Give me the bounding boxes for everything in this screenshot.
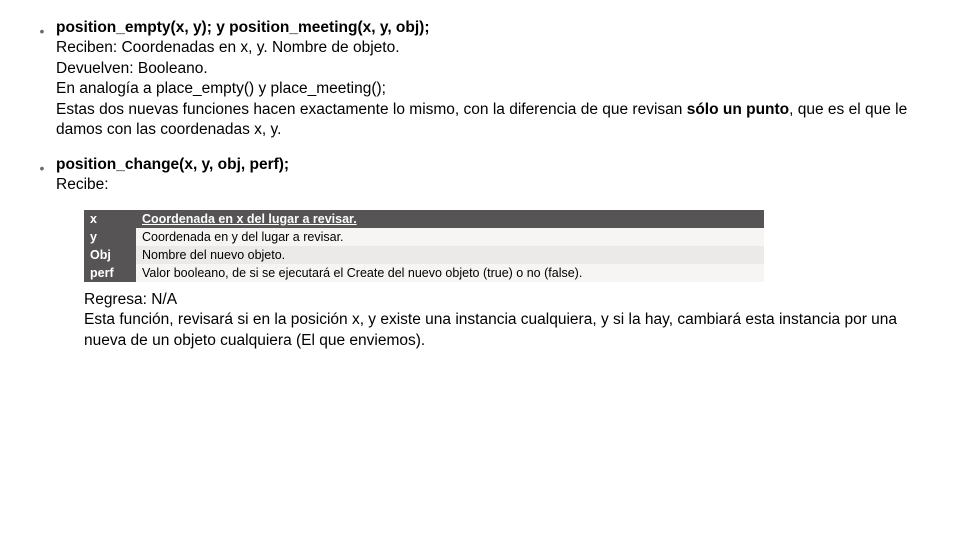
line-recibe: Recibe: (56, 175, 932, 195)
fn-position-change-args: (x, y, obj, perf); (179, 156, 289, 173)
function-signature-line: position_change(x, y, obj, perf); (56, 156, 289, 173)
table-row: y Coordenada en y del lugar a revisar. (84, 228, 764, 246)
line-devuelven: Devuelven: Booleano. (56, 59, 932, 79)
param-name: y (84, 228, 136, 246)
bullet-item-position-change: • position_change(x, y, obj, perf); Reci… (28, 155, 932, 196)
desc-part-a: Estas dos nuevas funciones hacen exactam… (56, 101, 687, 118)
param-desc: Coordenada en y del lugar a revisar. (136, 228, 764, 246)
fn-position-meeting-args: (x, y, obj); (357, 19, 429, 36)
conjunction: y (212, 19, 229, 36)
fn-position-empty-args: (x, y); (171, 19, 212, 36)
desc-part-bold: sólo un punto (687, 101, 789, 118)
line-func-desc: Esta función, revisará si en la posición… (84, 310, 934, 351)
bullet-item-position-empty-meeting: • position_empty(x, y); y position_meeti… (28, 18, 932, 141)
bullet-body: position_change(x, y, obj, perf); Recibe… (56, 155, 932, 196)
bullet-body: position_empty(x, y); y position_meeting… (56, 18, 932, 141)
function-signature-line: position_empty(x, y); y position_meeting… (56, 19, 430, 36)
param-name: Obj (84, 246, 136, 264)
document-page: • position_empty(x, y); y position_meeti… (0, 0, 960, 351)
param-desc: Valor booleano, de si se ejecutará el Cr… (136, 264, 764, 282)
fn-position-empty-name: position_empty (56, 19, 171, 36)
fn-position-meeting-name: position_meeting (229, 19, 357, 36)
line-analogia: En analogía a place_empty() y place_meet… (56, 79, 932, 99)
fn-position-change-name: position_change (56, 156, 179, 173)
parameters-table: x Coordenada en x del lugar a revisar. y… (84, 210, 764, 282)
param-name: x (84, 210, 136, 228)
param-desc: Coordenada en x del lugar a revisar. (136, 210, 764, 228)
bullet-dot-icon: • (40, 161, 45, 175)
table-row: perf Valor booleano, de si se ejecutará … (84, 264, 764, 282)
param-name: perf (84, 264, 136, 282)
param-desc: Nombre del nuevo objeto. (136, 246, 764, 264)
after-table-text: Regresa: N/A Esta función, revisará si e… (84, 290, 934, 351)
line-reciben: Reciben: Coordenadas en x, y. Nombre de … (56, 38, 932, 58)
line-descripcion: Estas dos nuevas funciones hacen exactam… (56, 100, 932, 141)
bullet-marker: • (28, 155, 56, 175)
bullet-marker: • (28, 18, 56, 38)
table-row: Obj Nombre del nuevo objeto. (84, 246, 764, 264)
line-regresa: Regresa: N/A (84, 290, 934, 310)
table-row: x Coordenada en x del lugar a revisar. (84, 210, 764, 228)
bullet-dot-icon: • (40, 24, 45, 38)
